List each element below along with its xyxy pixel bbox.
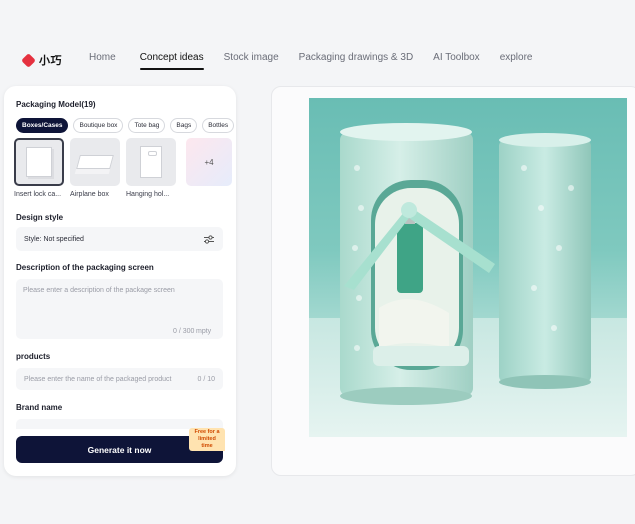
settings-panel: Packaging Model(19) Boxes/Cases Boutique… [4,86,236,476]
model-thumb [14,138,64,186]
products-input[interactable]: Please enter the name of the packaged pr… [16,368,223,390]
model-list: Insert lock ca... Airplane box Hanging h… [14,138,232,198]
chip-boutique-box[interactable]: Boutique box [73,118,124,133]
logo[interactable]: 小巧 [21,52,62,68]
description-counter: 0 / 300 [173,328,195,335]
result-canvas [271,86,635,476]
main-nav: Home Concept ideas Stock image Packaging… [89,52,533,70]
description-empty-text: mpty [196,328,212,335]
nav-packaging-drawings[interactable]: Packaging drawings & 3D [299,52,414,68]
design-style-title: Design style [16,213,64,222]
insert-lock-box-icon [26,147,52,177]
logo-text: 小巧 [39,55,62,67]
generate-button[interactable]: Generate it now Free for a limited time [16,428,225,463]
model-airplane-box[interactable]: Airplane box [70,138,120,198]
description-placeholder: Please enter a description of the packag… [23,287,175,294]
airplane-box-icon [76,155,114,169]
nav-explore[interactable]: explore [500,52,533,68]
model-thumb [126,138,176,186]
sliders-icon[interactable] [204,234,214,244]
products-placeholder: Please enter the name of the packaged pr… [24,375,172,383]
packaging-model-title: Packaging Model(19) [16,100,96,109]
nav-concept-ideas[interactable]: Concept ideas [139,52,204,70]
model-label: Insert lock ca... [14,191,62,198]
chip-bags[interactable]: Bags [170,118,198,133]
brand-name-title: Brand name [16,403,63,412]
packaging-render [309,123,627,437]
generate-label: Generate it now [87,444,152,455]
chip-tote-bag[interactable]: Tote bag [128,118,166,133]
nav-ai-toolbox[interactable]: AI Toolbox [433,52,480,68]
more-models-button[interactable]: +4 [186,138,232,186]
chip-boxes-cases[interactable]: Boxes/Cases [16,118,69,133]
products-counter: 0 / 10 [197,375,215,383]
description-textarea[interactable]: Please enter a description of the packag… [16,279,223,339]
design-style-select[interactable]: Style: Not specified [16,227,223,251]
model-label: Hanging hol... [126,191,170,198]
promo-badge: Free for a limited time [189,428,225,451]
nav-home[interactable]: Home [89,52,116,68]
generated-image[interactable] [309,98,627,437]
description-title: Description of the packaging screen [16,263,154,272]
category-chips: Boxes/Cases Boutique box Tote bag Bags B… [16,118,235,133]
logo-icon [21,52,36,68]
model-thumb [70,138,120,186]
model-insert-lock[interactable]: Insert lock ca... [14,138,64,198]
products-title: products [16,352,51,361]
top-navigation: 小巧 Home Concept ideas Stock image Packag… [0,0,635,84]
design-style-value: Style: Not specified [24,235,84,243]
hanging-box-icon [140,146,162,178]
chip-bottles[interactable]: Bottles [202,118,235,133]
model-label: Airplane box [70,191,109,198]
model-hanging-box[interactable]: Hanging hol... [126,138,176,198]
nav-stock-image[interactable]: Stock image [224,52,279,68]
